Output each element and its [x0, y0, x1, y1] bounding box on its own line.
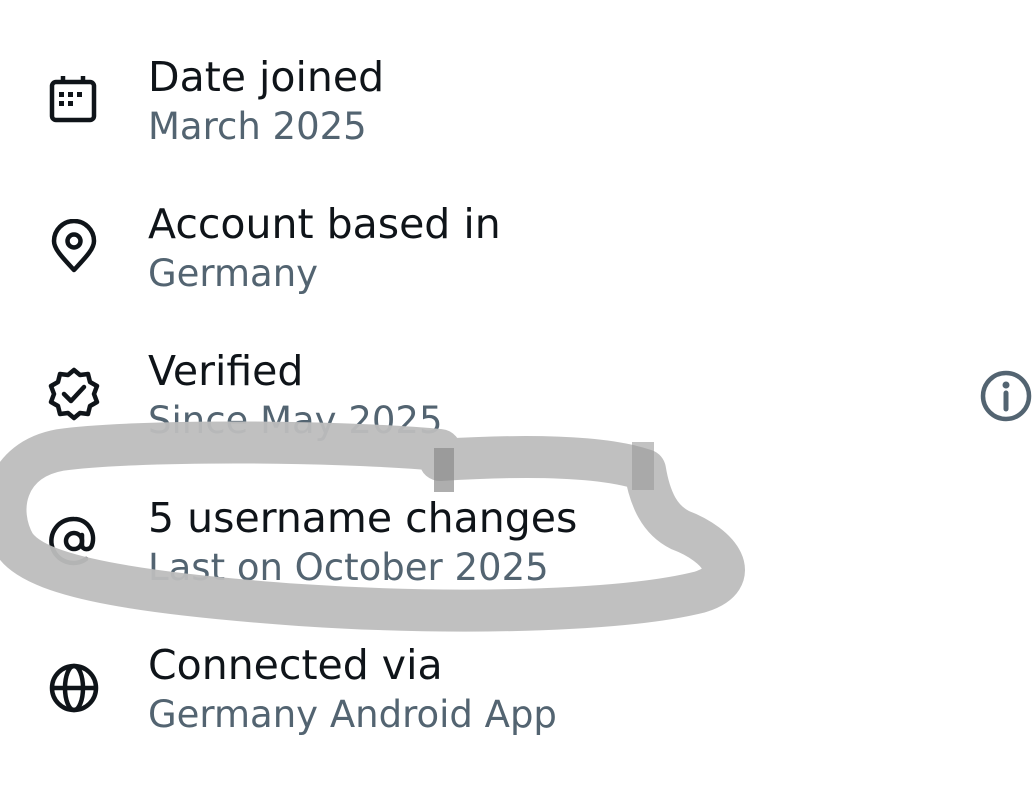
- date-joined-row: Date joined March 2025: [0, 50, 1036, 150]
- date-joined-title: Date joined: [148, 53, 385, 101]
- connected-via-value: Germany Android App: [148, 693, 557, 736]
- info-button[interactable]: [976, 368, 1036, 424]
- account-based-in-title: Account based in: [148, 200, 501, 248]
- account-based-in-value: Germany: [148, 252, 319, 295]
- verified-row: Verified Since May 2025: [0, 344, 1036, 444]
- account-based-in-row: Account based in Germany: [0, 197, 1036, 297]
- date-joined-value: March 2025: [148, 105, 367, 148]
- verified-badge-icon: [46, 366, 102, 422]
- at-sign-icon: [46, 513, 102, 569]
- username-changes-last: Last on October 2025: [148, 546, 549, 589]
- username-changes-title: 5 username changes: [148, 494, 578, 542]
- globe-icon: [46, 660, 102, 716]
- location-pin-icon: [46, 219, 102, 275]
- verified-title: Verified: [148, 347, 304, 395]
- verified-since: Since May 2025: [148, 399, 443, 442]
- connected-via-row: Connected via Germany Android App: [0, 638, 1036, 738]
- info-icon: [980, 370, 1032, 422]
- username-changes-row: 5 username changes Last on October 2025: [0, 491, 1036, 591]
- connected-via-title: Connected via: [148, 641, 443, 689]
- calendar-icon: [46, 72, 102, 128]
